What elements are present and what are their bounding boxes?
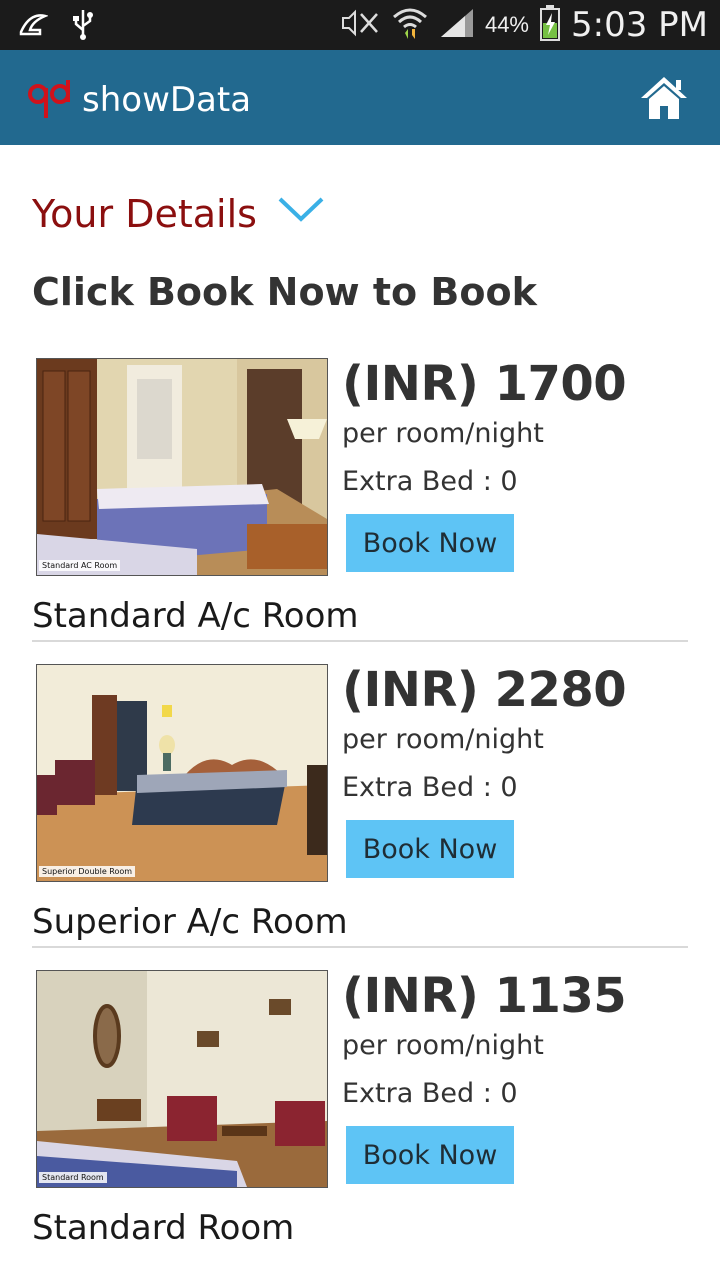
room-name: Standard Room	[32, 1208, 295, 1248]
photo-caption: Standard Room	[39, 1172, 107, 1183]
book-now-button[interactable]: Book Now	[346, 1126, 514, 1184]
home-icon	[638, 77, 690, 126]
room-card: Superior Double Room (INR) 2280 per room…	[0, 662, 720, 968]
status-bar: 44% 5:03 PM	[0, 0, 720, 50]
extra-bed: Extra Bed : 0	[342, 466, 518, 497]
mute-icon	[339, 8, 381, 43]
room-photo: Superior Double Room	[36, 664, 328, 882]
room-name: Superior A/c Room	[32, 902, 348, 942]
room-price: (INR) 2280	[342, 662, 627, 718]
chevron-down-icon[interactable]	[277, 195, 325, 228]
photo-caption: Superior Double Room	[39, 866, 136, 877]
clock: 5:03 PM	[571, 5, 708, 45]
extra-bed: Extra Bed : 0	[342, 1078, 518, 1109]
room-price: (INR) 1135	[342, 968, 627, 1024]
wifi-icon	[391, 5, 429, 46]
instruction-heading: Click Book Now to Book	[32, 270, 537, 314]
room-photo: Standard AC Room	[36, 358, 328, 576]
price-unit: per room/night	[342, 1030, 544, 1061]
book-now-button[interactable]: Book Now	[346, 514, 514, 572]
app-logo	[26, 78, 74, 120]
photo-caption: Standard AC Room	[39, 560, 121, 571]
details-title: Your Details	[32, 192, 257, 236]
usb-icon	[72, 8, 94, 45]
divider	[32, 946, 688, 948]
notification-icon	[18, 10, 49, 43]
signal-icon	[439, 7, 475, 44]
room-photo: Standard Room	[36, 970, 328, 1188]
battery-charging-icon	[539, 4, 561, 46]
battery-percent: 44%	[484, 12, 529, 37]
price-unit: per room/night	[342, 418, 544, 449]
app-title: showData	[82, 80, 252, 120]
book-now-button[interactable]: Book Now	[346, 820, 514, 878]
app-bar: showData	[0, 50, 720, 145]
price-unit: per room/night	[342, 724, 544, 755]
room-list: Standard AC Room (INR) 1700 per room/nig…	[0, 356, 720, 1274]
room-card: Standard Room (INR) 1135 per room/night …	[0, 968, 720, 1274]
extra-bed: Extra Bed : 0	[342, 772, 518, 803]
your-details-toggle[interactable]: Your Details	[32, 192, 325, 236]
room-name: Standard A/c Room	[32, 596, 359, 636]
home-button[interactable]	[638, 74, 690, 122]
divider	[32, 640, 688, 642]
room-card: Standard AC Room (INR) 1700 per room/nig…	[0, 356, 720, 662]
room-price: (INR) 1700	[342, 356, 627, 412]
